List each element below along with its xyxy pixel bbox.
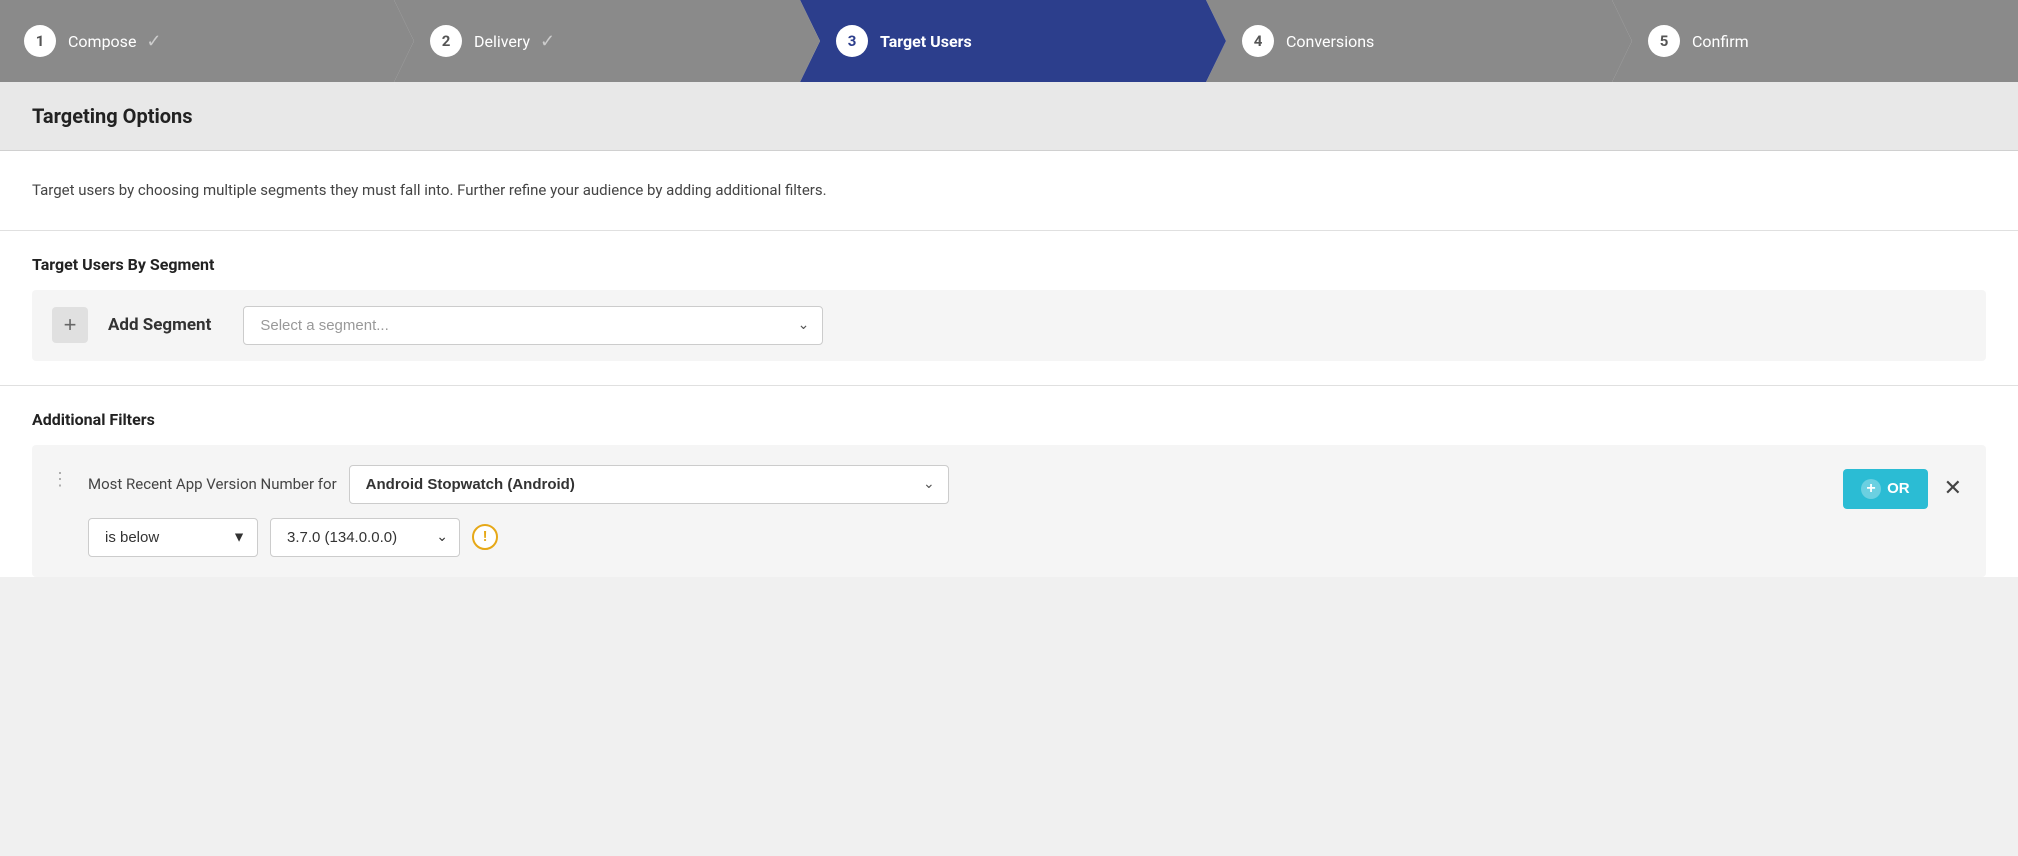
step-target-users[interactable]: 3 Target Users — [800, 0, 1206, 82]
description-text: Target users by choosing multiple segmen… — [32, 179, 1986, 202]
segment-section-title: Target Users By Segment — [32, 255, 1986, 274]
step-number-target: 3 — [836, 25, 868, 57]
info-icon[interactable]: ! — [472, 524, 498, 550]
step-number-compose: 1 — [24, 25, 56, 57]
condition-select-wrapper: is below is above equals ▼ — [88, 518, 258, 557]
segment-select[interactable]: Select a segment... — [243, 306, 823, 345]
remove-filter-icon: ✕ — [1944, 475, 1962, 500]
drag-handle[interactable]: ⋮ — [32, 465, 88, 490]
step-label-confirm: Confirm — [1692, 32, 1749, 51]
remove-filter-button[interactable]: ✕ — [1940, 469, 1966, 507]
step-compose[interactable]: 1 Compose ✓ — [0, 0, 394, 82]
filters-section: Additional Filters ⋮ Most Recent App Ver… — [0, 386, 2018, 577]
step-confirm[interactable]: 5 Confirm — [1612, 0, 2018, 82]
step-conversions[interactable]: 4 Conversions — [1206, 0, 1612, 82]
stepper: 1 Compose ✓ 2 Delivery ✓ 3 Target Users … — [0, 0, 2018, 82]
targeting-options-title: Targeting Options — [32, 104, 1986, 128]
filters-section-title: Additional Filters — [32, 410, 1986, 429]
or-button-label: OR — [1887, 480, 1910, 497]
step-delivery[interactable]: 2 Delivery ✓ — [394, 0, 800, 82]
step-label-target: Target Users — [880, 32, 972, 51]
add-segment-label: Add Segment — [108, 315, 211, 335]
filter-label: Most Recent App Version Number for — [88, 475, 337, 493]
filter-actions: + OR ✕ — [1843, 465, 1966, 509]
step-label-conversions: Conversions — [1286, 32, 1374, 51]
segment-select-wrapper: Select a segment... ⌄ — [243, 306, 823, 345]
step-check-compose: ✓ — [146, 31, 161, 52]
filter-bottom-row: is below is above equals ▼ 3.7.0 (134.0.… — [88, 518, 1843, 557]
step-number-delivery: 2 — [430, 25, 462, 57]
filter-content: Most Recent App Version Number for Andro… — [88, 465, 1843, 557]
description-section: Target users by choosing multiple segmen… — [0, 151, 2018, 231]
filter-top-row: Most Recent App Version Number for Andro… — [88, 465, 1843, 504]
step-number-confirm: 5 — [1648, 25, 1680, 57]
condition-select[interactable]: is below is above equals — [88, 518, 258, 557]
step-number-conversions: 4 — [1242, 25, 1274, 57]
step-check-delivery: ✓ — [540, 31, 555, 52]
version-select-wrapper: 3.7.0 (134.0.0.0) ⌄ — [270, 518, 460, 557]
targeting-options-header: Targeting Options — [0, 82, 2018, 151]
main-content: Targeting Options Target users by choosi… — [0, 82, 2018, 577]
add-segment-row: + Add Segment Select a segment... ⌄ — [32, 290, 1986, 361]
or-button[interactable]: + OR — [1843, 469, 1928, 509]
add-segment-plus-button[interactable]: + — [52, 307, 88, 343]
filter-row: ⋮ Most Recent App Version Number for And… — [32, 445, 1986, 577]
version-select[interactable]: 3.7.0 (134.0.0.0) — [270, 518, 460, 557]
step-label-delivery: Delivery — [474, 32, 530, 51]
app-select[interactable]: Android Stopwatch (Android) — [349, 465, 949, 504]
or-plus-icon: + — [1861, 479, 1881, 499]
segment-section: Target Users By Segment + Add Segment Se… — [0, 231, 2018, 386]
app-select-wrapper: Android Stopwatch (Android) ⌄ — [349, 465, 949, 504]
step-label-compose: Compose — [68, 32, 136, 51]
